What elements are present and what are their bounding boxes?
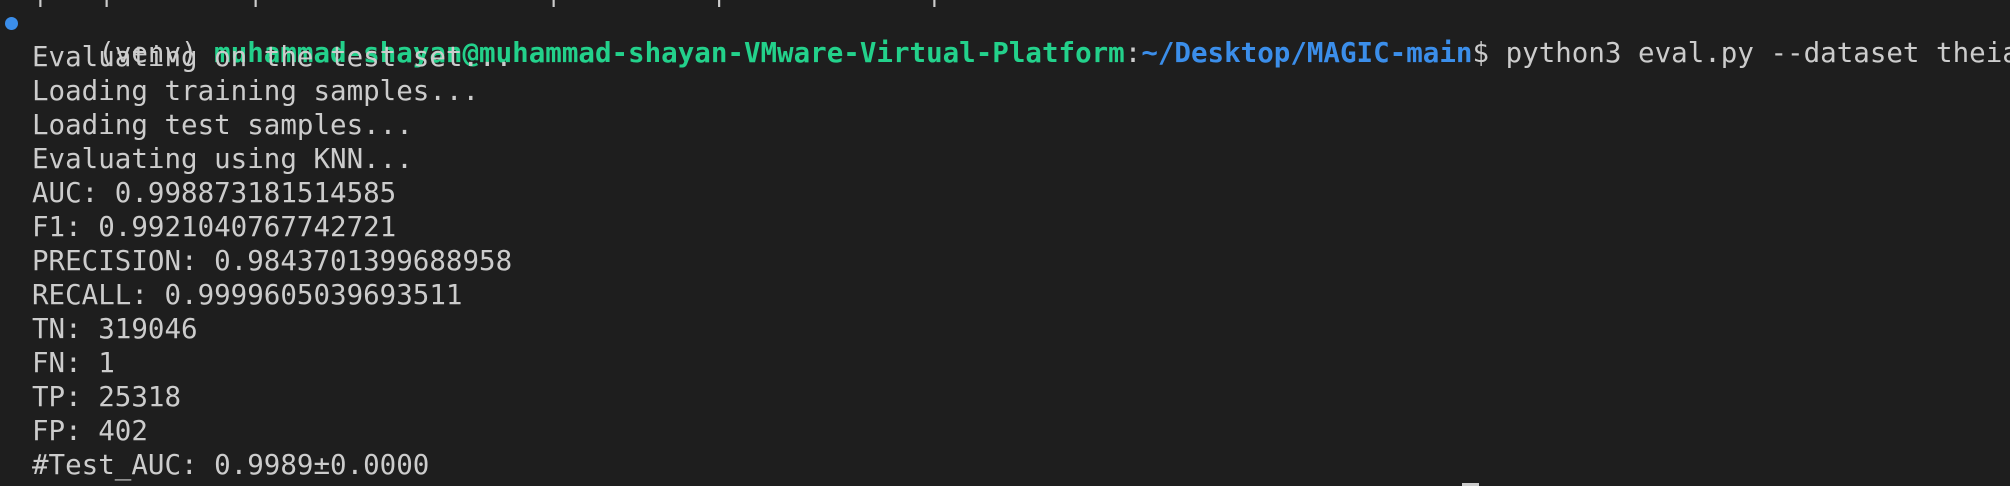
output-line-recall: RECALL: 0.9999605039693511 bbox=[32, 279, 463, 311]
terminal-window[interactable]: ┐ ─ ┐ ┐ ─ ─ ┐ ┐ ─ ─ ┐ (venv) muhammad-sh… bbox=[0, 0, 2010, 486]
command-text: python3 eval.py --dataset theia bbox=[1505, 37, 2010, 69]
output-line: Evaluating on the test set... bbox=[32, 41, 513, 73]
output-line-tp: TP: 25318 bbox=[32, 381, 182, 413]
prompt-path: ~/Desktop/MAGIC-main bbox=[1141, 37, 1473, 69]
output-line-precision: PRECISION: 0.9843701399688958 bbox=[32, 245, 513, 277]
output-line: Evaluating using KNN... bbox=[32, 143, 413, 175]
command-status-dot-icon bbox=[5, 17, 18, 30]
output-line-fp: FP: 402 bbox=[32, 415, 148, 447]
output-line-test-auc: #Test_AUC: 0.9989±0.0000 bbox=[32, 449, 430, 481]
output-line-auc: AUC: 0.998873181514585 bbox=[32, 177, 397, 209]
output-line-tn: TN: 319046 bbox=[32, 313, 198, 345]
output-line-fn: FN: 1 bbox=[32, 347, 115, 379]
output-line-f1: F1: 0.9921040767742721 bbox=[32, 211, 397, 243]
prompt-dollar: $ bbox=[1472, 37, 1506, 69]
prompt-line: (venv) muhammad-shayan@muhammad-shayan-V… bbox=[32, 2, 2010, 69]
output-line: Loading training samples... bbox=[32, 75, 480, 107]
output-line: Loading test samples... bbox=[32, 109, 413, 141]
prompt-separator: : bbox=[1124, 37, 1142, 69]
